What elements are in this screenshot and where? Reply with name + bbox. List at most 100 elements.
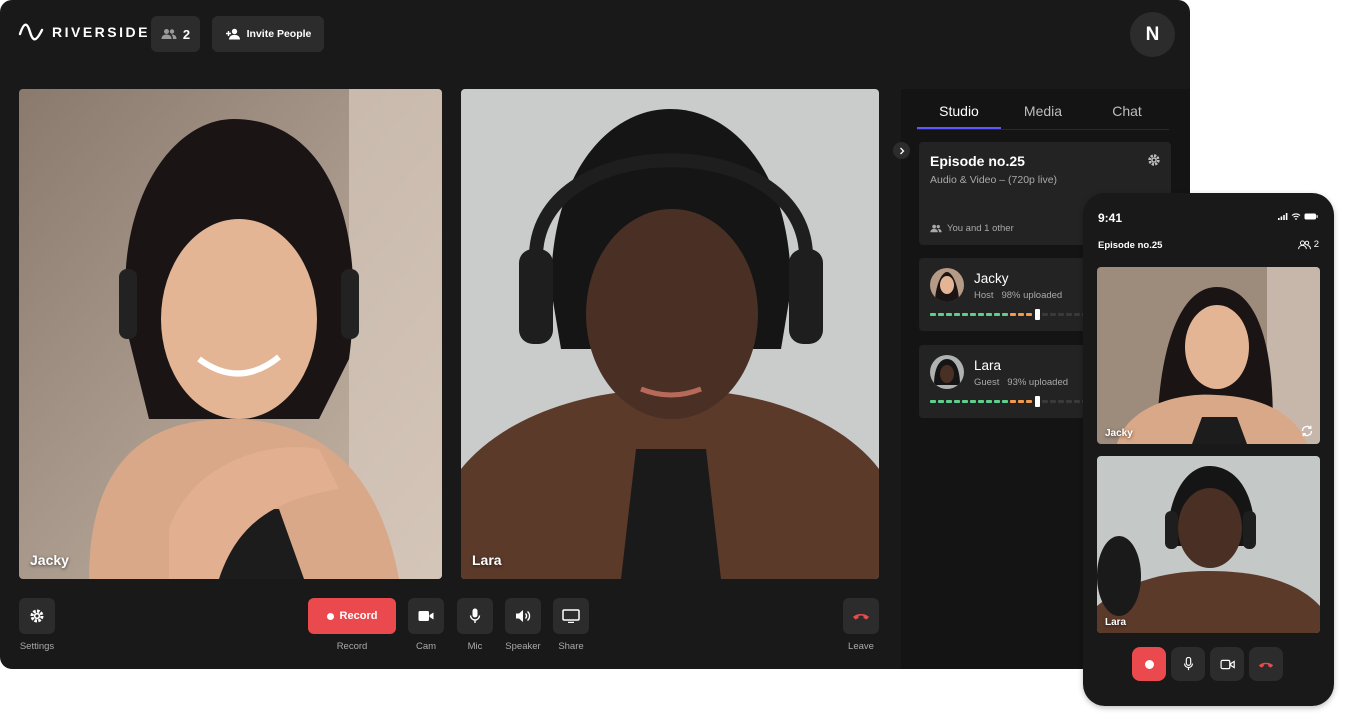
mobile-preview: 9:41 Episode no.25 2 Jacky Lara: [1083, 193, 1334, 706]
phone-video-lara: Lara: [1097, 456, 1320, 633]
lara-video-feed: [461, 89, 879, 579]
user-avatar[interactable]: N: [1130, 12, 1175, 57]
meter-segment: [946, 313, 952, 316]
phone-participants[interactable]: 2: [1297, 239, 1319, 250]
episode-title: Episode no.25: [930, 153, 1025, 169]
participant-name: Lara: [974, 358, 1002, 373]
user-initial: N: [1145, 23, 1160, 45]
people-icon: [930, 224, 942, 233]
people-icon: [1297, 239, 1311, 249]
status-bar-icons: [1278, 213, 1318, 220]
meter-segment: [1026, 400, 1032, 403]
meter-segment: [986, 313, 992, 316]
camera-icon: [418, 611, 434, 621]
participant-avatar: [930, 268, 964, 302]
camera-icon: [1219, 659, 1235, 669]
meter-segment: [970, 313, 976, 316]
phone-leave-button[interactable]: [1249, 647, 1283, 681]
wave-icon: [18, 23, 44, 41]
record-label: Record: [336, 641, 368, 652]
video-tile-jacky: Jacky: [19, 89, 442, 579]
participants-button[interactable]: 2: [151, 16, 200, 52]
meter-segment: [930, 313, 936, 316]
jacky-video-feed: [1097, 267, 1320, 444]
meter-segment: [1042, 313, 1048, 316]
meter-segment: [1050, 313, 1056, 316]
panel-tabs: Studio Media Chat: [917, 103, 1169, 130]
meter-segment: [1002, 400, 1008, 403]
meter-segment: [1074, 313, 1080, 316]
meter-segment: [1026, 313, 1032, 316]
tab-chat[interactable]: Chat: [1085, 103, 1169, 129]
phone-video-jacky: Jacky: [1097, 267, 1320, 444]
meter-segment: [1050, 400, 1056, 403]
studio-window: RIVERSIDE 2 Invite People N Jacky Lara S…: [0, 0, 1190, 669]
video-tile-lara: Lara: [461, 89, 879, 579]
speaker-icon: [516, 610, 531, 622]
collapse-panel-button[interactable]: [893, 142, 910, 159]
cam-button[interactable]: [408, 598, 444, 634]
battery-icon: [1304, 213, 1318, 220]
meter-segment: [938, 313, 944, 316]
meter-segment: [1066, 313, 1072, 316]
share-button[interactable]: [553, 598, 589, 634]
participant-avatar: [930, 355, 964, 389]
video-name-label: Jacky: [1105, 428, 1133, 439]
gear-icon[interactable]: [1147, 153, 1161, 167]
hang-up-icon: [1258, 662, 1274, 668]
meter-segment: [1010, 313, 1016, 316]
phone-camera-button[interactable]: [1210, 647, 1244, 681]
phone-episode-title: Episode no.25: [1098, 240, 1163, 251]
meter-segment: [1074, 400, 1080, 403]
add-person-icon: [225, 28, 240, 40]
meter-segment: [1066, 400, 1072, 403]
phone-record-button[interactable]: [1132, 647, 1166, 681]
share-label: Share: [558, 641, 584, 652]
meter-segment: [938, 400, 944, 403]
chevron-right-icon: [899, 147, 904, 154]
meter-segment: [978, 313, 984, 316]
meter-segment: [1042, 400, 1048, 403]
screen-share-icon: [562, 609, 580, 623]
tab-studio[interactable]: Studio: [917, 103, 1001, 129]
meter-segment: [978, 400, 984, 403]
participant-role: Guest: [974, 377, 1000, 388]
meter-segment: [994, 400, 1000, 403]
episode-participants: You and 1 other: [930, 223, 1014, 234]
signal-icon: [1278, 213, 1288, 220]
meter-segment: [954, 400, 960, 403]
invite-people-button[interactable]: Invite People: [212, 16, 324, 52]
microphone-icon: [1183, 657, 1193, 671]
participant-upload: 98% uploaded: [1001, 290, 1063, 301]
brand-name: RIVERSIDE: [52, 24, 150, 40]
meter-segment: [1058, 400, 1064, 403]
phone-mic-button[interactable]: [1171, 647, 1205, 681]
record-button[interactable]: Record: [308, 598, 396, 634]
hang-up-icon: [853, 614, 869, 620]
meter-segment: [962, 313, 968, 316]
mic-button[interactable]: [457, 598, 493, 634]
record-dot-icon: [1144, 659, 1154, 669]
meter-segment: [954, 313, 960, 316]
meter-segment: [962, 400, 968, 403]
meter-handle: [1035, 396, 1040, 407]
meter-handle: [1035, 309, 1040, 320]
participant-status: Guest 93% uploaded: [974, 377, 1068, 388]
settings-label: Settings: [19, 641, 55, 652]
switch-camera-icon[interactable]: [1300, 424, 1314, 438]
speaker-button[interactable]: [505, 598, 541, 634]
lara-video-feed: [1097, 456, 1320, 633]
episode-subtitle: Audio & Video – (720p live): [930, 174, 1058, 186]
participant-status: Host 98% uploaded: [974, 290, 1062, 301]
leave-label: Leave: [848, 641, 874, 652]
meter-segment: [930, 400, 936, 403]
tab-media[interactable]: Media: [1001, 103, 1085, 129]
video-name-label: Lara: [472, 552, 502, 568]
meter-segment: [1010, 400, 1016, 403]
participant-count: 2: [182, 26, 191, 42]
participant-role: Host: [974, 290, 994, 301]
leave-button[interactable]: [843, 598, 879, 634]
meter-segment: [986, 400, 992, 403]
phone-count: 2: [1313, 239, 1319, 250]
settings-button[interactable]: [19, 598, 55, 634]
